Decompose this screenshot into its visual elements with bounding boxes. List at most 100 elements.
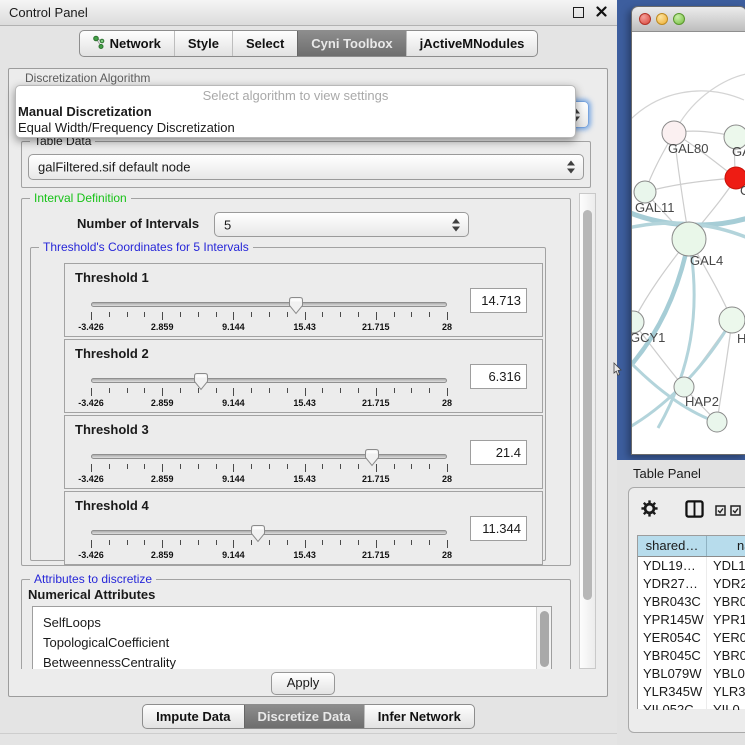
network-canvas[interactable]: GAL80GACGAL11GAL4GCY1HHAP2 — [632, 32, 745, 455]
tab-network[interactable]: Network — [80, 31, 174, 56]
attribute-item-betweennesscentrality[interactable]: BetweennessCentrality — [43, 653, 551, 669]
threshold-slider[interactable]: -3.4262.8599.14415.4321.71528 — [91, 298, 447, 336]
slider-track[interactable] — [91, 302, 447, 307]
slider-track[interactable] — [91, 530, 447, 535]
cell-name[interactable]: YBR0 — [707, 647, 745, 665]
cell-shared-name[interactable]: YDR27… — [638, 575, 707, 593]
slider-thumb[interactable] — [288, 296, 304, 315]
cell-name[interactable]: YDR2 — [707, 575, 745, 593]
cell-shared-name[interactable]: YLR345W — [638, 683, 707, 701]
network-window-titlebar[interactable] — [632, 7, 745, 32]
network-edge[interactable] — [674, 74, 745, 133]
cell-shared-name[interactable]: YBR045C — [638, 647, 707, 665]
table-row[interactable]: YBR043CYBR0 — [638, 593, 745, 611]
scale-label: -3.426 — [78, 474, 104, 484]
tab-style[interactable]: Style — [174, 31, 232, 56]
dropdown-item-equal-width-frequency[interactable]: Equal Width/Frequency Discretization — [16, 120, 575, 136]
slider-track[interactable] — [91, 378, 447, 383]
num-intervals-spinner[interactable]: 5 — [214, 212, 469, 237]
attributes-list[interactable]: SelfLoopsTopologicalCoefficientBetweenne… — [32, 606, 552, 669]
network-node-h[interactable] — [719, 307, 745, 333]
table-row[interactable]: YDL19…YDL1 — [638, 557, 745, 575]
cell-shared-name[interactable]: YPR145W — [638, 611, 707, 629]
tick-mark — [411, 312, 412, 317]
tab-select[interactable]: Select — [232, 31, 297, 56]
float-window-button[interactable] — [573, 7, 584, 18]
network-node[interactable] — [707, 412, 727, 432]
minimize-traffic-button[interactable] — [656, 13, 668, 25]
zoom-traffic-button[interactable] — [673, 13, 685, 25]
tab-infer-network[interactable]: Infer Network — [364, 705, 474, 728]
tick-mark — [322, 388, 323, 393]
panel-scrollbar[interactable] — [579, 193, 596, 669]
attributes-list-scrollbar[interactable] — [536, 607, 551, 669]
threshold-value-field[interactable]: 11.344 — [470, 516, 527, 541]
cell-shared-name[interactable]: YDL19… — [638, 557, 707, 575]
app-root: Control Panel NetworkStyleSelectCyni Too… — [0, 0, 745, 745]
column-header-name[interactable]: na — [707, 536, 745, 556]
network-edge[interactable] — [717, 320, 732, 422]
tick-mark — [269, 388, 270, 393]
cell-name[interactable]: YBR0 — [707, 593, 745, 611]
network-edge[interactable] — [645, 178, 736, 192]
threshold-label: Threshold 3 — [75, 422, 149, 437]
scale-label: 21.715 — [362, 398, 390, 408]
table-row[interactable]: YER054CYER0 — [638, 629, 745, 647]
table-row[interactable]: YBR045CYBR0 — [638, 647, 745, 665]
scrollbar-thumb[interactable] — [540, 611, 549, 667]
cell-shared-name[interactable]: YBL079W — [638, 665, 707, 683]
tick-mark — [109, 388, 110, 393]
network-node-gal4[interactable] — [672, 222, 706, 256]
cell-name[interactable]: YLR3 — [707, 683, 745, 701]
table-row[interactable]: YIL052CYIL0 — [638, 701, 745, 710]
cell-name[interactable]: YER0 — [707, 629, 745, 647]
table-row[interactable]: YPR145WYPR1 — [638, 611, 745, 629]
cell-shared-name[interactable]: YER054C — [638, 629, 707, 647]
tick-mark — [251, 388, 252, 393]
threshold-slider[interactable]: -3.4262.8599.14415.4321.71528 — [91, 374, 447, 412]
dropdown-item-manual-discretization[interactable]: Manual Discretization — [16, 104, 575, 120]
columns-icon[interactable] — [685, 500, 704, 523]
cell-shared-name[interactable]: YIL052C — [638, 701, 707, 710]
gear-icon[interactable] — [641, 500, 658, 522]
network-edge[interactable] — [632, 91, 744, 120]
table-row[interactable]: YDR27…YDR2 — [638, 575, 745, 593]
cell-name[interactable]: YDL1 — [707, 557, 745, 575]
table-row[interactable]: YBL079WYBL0 — [638, 665, 745, 683]
close-traffic-button[interactable] — [639, 13, 651, 25]
attribute-item-selfloops[interactable]: SelfLoops — [43, 613, 551, 633]
table-row[interactable]: YLR345WYLR3 — [638, 683, 745, 701]
checkbox-select-all-icon[interactable] — [730, 503, 741, 521]
slider-track[interactable] — [91, 454, 447, 459]
tab-discretize-data[interactable]: Discretize Data — [244, 705, 364, 728]
tick-mark — [198, 540, 199, 545]
threshold-value-field[interactable]: 21.4 — [470, 440, 527, 465]
threshold-slider[interactable]: -3.4262.8599.14415.4321.71528 — [91, 526, 447, 564]
tick-mark — [180, 388, 181, 393]
column-header-shared-name[interactable]: shared… — [638, 536, 707, 556]
slider-thumb[interactable] — [250, 524, 266, 543]
tick-mark — [109, 312, 110, 317]
threshold-value-field[interactable]: 6.316 — [470, 364, 527, 389]
tab-jactivemnodules[interactable]: jActiveMNodules — [406, 31, 538, 56]
tick-mark — [216, 464, 217, 469]
slider-thumb[interactable] — [364, 448, 380, 467]
cell-shared-name[interactable]: YBR043C — [638, 593, 707, 611]
cell-name[interactable]: YPR1 — [707, 611, 745, 629]
network-edge[interactable] — [632, 239, 689, 364]
slider-thumb[interactable] — [193, 372, 209, 391]
tab-cyni-toolbox[interactable]: Cyni Toolbox — [297, 31, 405, 56]
table-data-combobox[interactable]: galFiltered.sif default node — [28, 154, 584, 180]
tick-mark — [358, 540, 359, 545]
cell-name[interactable]: YIL0 — [707, 701, 740, 710]
apply-button[interactable]: Apply — [271, 672, 335, 695]
attribute-item-topologicalcoefficient[interactable]: TopologicalCoefficient — [43, 633, 551, 653]
cell-name[interactable]: YBL0 — [707, 665, 745, 683]
checkbox-select-icon[interactable] — [715, 503, 726, 521]
scrollbar-thumb[interactable] — [583, 210, 592, 600]
threshold-value-field[interactable]: 14.713 — [470, 288, 527, 313]
threshold-slider[interactable]: -3.4262.8599.14415.4321.71528 — [91, 450, 447, 488]
close-panel-button[interactable] — [596, 0, 607, 25]
tick-mark — [162, 540, 163, 548]
tab-impute-data[interactable]: Impute Data — [143, 705, 243, 728]
